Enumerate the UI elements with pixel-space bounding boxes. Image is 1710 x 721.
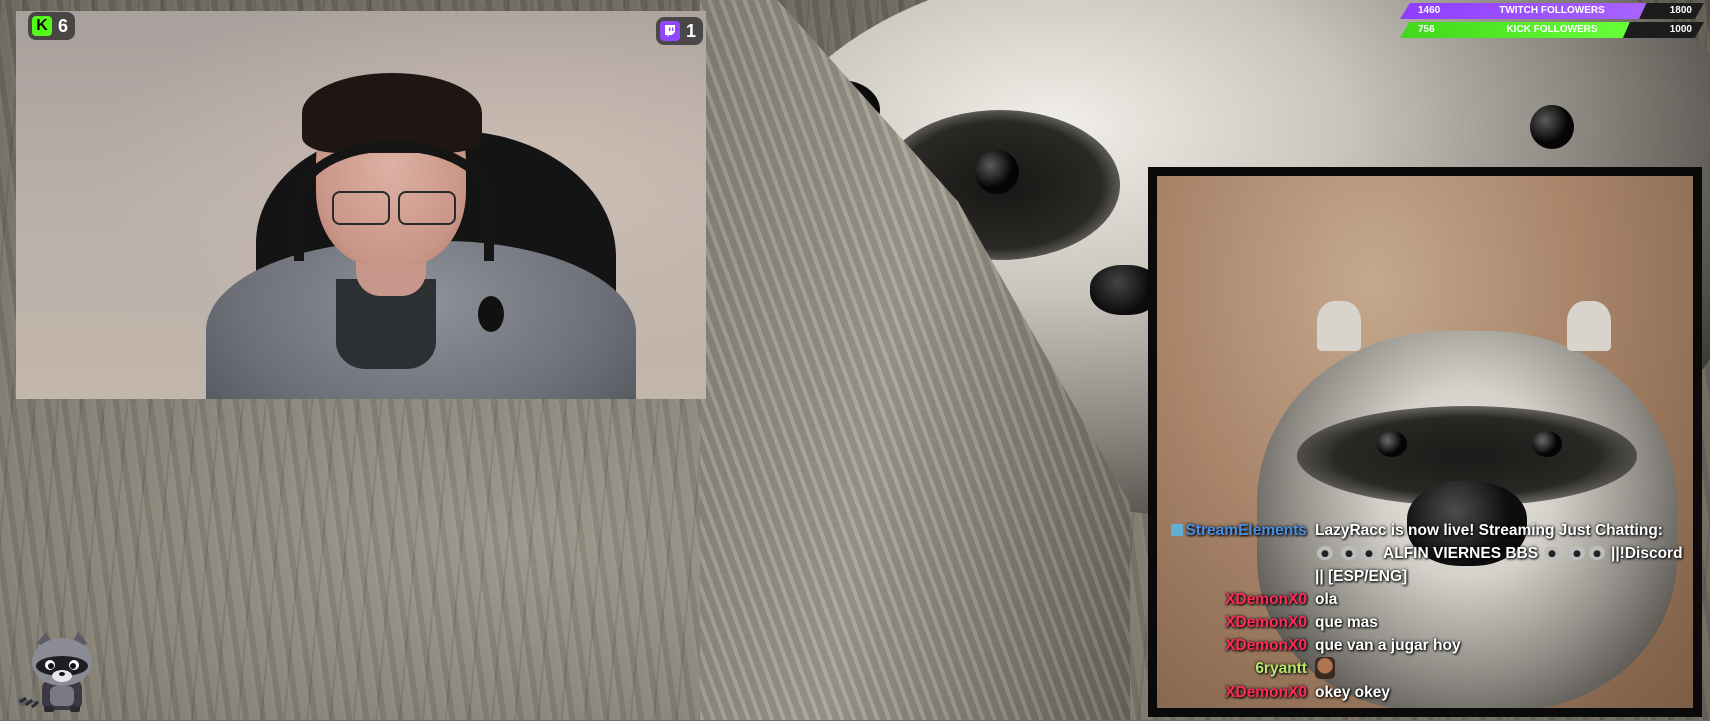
chat-text: okey okey	[1315, 684, 1390, 701]
chat-message: XDemonX0 ola	[1165, 588, 1687, 611]
raccoon-emote-icon	[1544, 546, 1561, 560]
chat-text: que mas	[1315, 614, 1378, 631]
raccoon-emote-icon	[1361, 546, 1378, 560]
twitch-goal-label: TWITCH FOLLOWERS	[1499, 5, 1605, 16]
chat-username[interactable]: StreamElements	[1186, 522, 1307, 539]
kick-viewer-count: K 6	[28, 12, 76, 40]
raccoon-emote-icon	[1317, 546, 1333, 560]
chat-username[interactable]: XDemonX0	[1165, 634, 1315, 657]
raccoon-mascot-icon	[14, 628, 110, 716]
twitch-icon	[660, 21, 680, 41]
glasses	[332, 191, 462, 225]
raccoon-emote-icon	[1588, 546, 1605, 560]
chat-panel: StreamElements LazyRacc is now live! Str…	[1148, 167, 1702, 717]
follower-goals: 1460 TWITCH FOLLOWERS 1800 756 KICK FOLL…	[1400, 3, 1704, 41]
twitch-count: 1	[686, 20, 697, 41]
kick-icon: K	[32, 16, 52, 36]
chat-message: XDemonX0 okey okey	[1165, 681, 1687, 704]
chat-message: XDemonX0 que mas	[1165, 611, 1687, 634]
streamelements-icon	[1170, 524, 1183, 536]
chat-log: StreamElements LazyRacc is now live! Str…	[1165, 519, 1687, 704]
chat-username[interactable]: XDemonX0	[1165, 681, 1315, 704]
chat-username[interactable]: XDemonX0	[1165, 588, 1315, 611]
headset-mic	[478, 296, 504, 332]
chat-text	[1315, 657, 1687, 681]
kick-goal-target: 1000	[1669, 24, 1692, 35]
twitch-viewer-count: 1	[656, 17, 704, 45]
kick-goal-label: KICK FOLLOWERS	[1506, 24, 1598, 35]
webcam-feed	[16, 11, 706, 399]
chat-text: LazyRacc is now live! Streaming Just Cha…	[1315, 522, 1683, 585]
twitch-followers-goal: 1460 TWITCH FOLLOWERS 1800	[1400, 3, 1704, 19]
face-emote-icon	[1315, 657, 1335, 679]
kick-followers-goal: 756 KICK FOLLOWERS 1000	[1400, 22, 1704, 38]
raccoon-eye-left	[975, 150, 1019, 194]
raccoon-emote-icon	[1341, 546, 1358, 560]
raccoon-eye-right	[1530, 105, 1574, 149]
chat-text: que van a jugar hoy	[1315, 637, 1461, 654]
chat-message: 6ryantt	[1165, 657, 1687, 681]
raccoon-emote-icon	[1568, 546, 1585, 560]
chat-message: StreamElements LazyRacc is now live! Str…	[1165, 519, 1687, 588]
chat-username[interactable]: XDemonX0	[1165, 611, 1315, 634]
chat-message: XDemonX0 que van a jugar hoy	[1165, 634, 1687, 657]
kick-count: 6	[58, 15, 69, 36]
chat-username[interactable]: 6ryantt	[1165, 657, 1315, 680]
twitch-goal-target: 1800	[1669, 5, 1692, 16]
chat-text: ola	[1315, 591, 1338, 608]
raccoon-photo: StreamElements LazyRacc is now live! Str…	[1157, 176, 1693, 708]
